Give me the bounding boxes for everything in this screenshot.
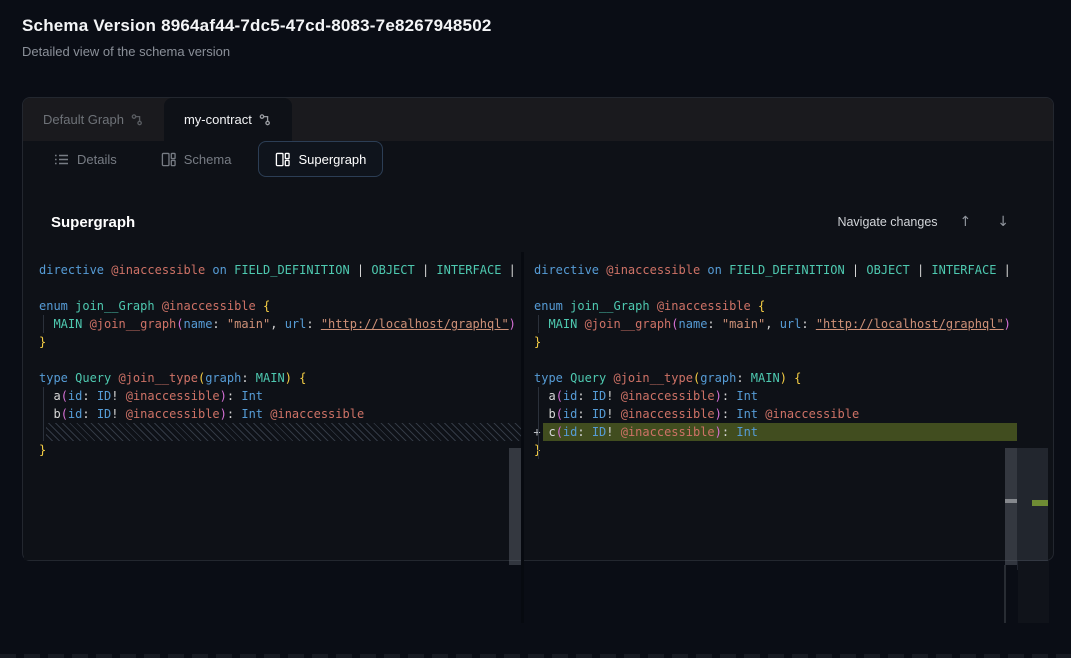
overview-ruler-added-mark xyxy=(1032,500,1048,506)
subtab-label: Details xyxy=(77,152,117,167)
code-link[interactable]: "http://localhost/graphql" xyxy=(321,317,509,331)
variant-icon xyxy=(131,113,144,126)
minimap-slider[interactable] xyxy=(1017,448,1048,570)
code-line xyxy=(534,351,1017,369)
tab-my-contract[interactable]: my-contract xyxy=(164,98,292,141)
code-line xyxy=(534,279,1017,297)
navigate-up-button[interactable]: ↑ xyxy=(956,212,976,232)
navigate-changes-label: Navigate changes xyxy=(837,215,937,229)
code-line: b(id: ID! @inaccessible): Int @inaccessi… xyxy=(39,405,521,423)
code-line: } xyxy=(534,333,1017,351)
code-line: } xyxy=(39,441,521,459)
indent-guide xyxy=(538,315,539,333)
page-subtitle: Detailed view of the schema version xyxy=(22,44,492,59)
diff-pane-original[interactable]: directive @inaccessible on FIELD_DEFINIT… xyxy=(24,252,521,560)
indent-guide xyxy=(538,387,539,459)
minimap-overflow xyxy=(1018,561,1049,623)
navigate-down-button[interactable]: ↓ xyxy=(993,212,1013,232)
tab-label: Default Graph xyxy=(43,112,124,127)
navigate-changes: Navigate changes ↑ ↓ xyxy=(837,212,1013,232)
code-line: directive @inaccessible on FIELD_DEFINIT… xyxy=(39,261,521,279)
subtab-details[interactable]: Details xyxy=(37,141,134,177)
code-line xyxy=(39,423,521,441)
indent-guide xyxy=(43,387,44,441)
code-line: MAIN @join__graph(name: "main", url: "ht… xyxy=(39,315,521,333)
page-title: Schema Version 8964af44-7dc5-47cd-8083-7… xyxy=(22,16,492,36)
subtab-schema[interactable]: Schema xyxy=(144,141,249,177)
code-line xyxy=(39,279,521,297)
subtab-label: Supergraph xyxy=(298,152,366,167)
overview-ruler-position-mark xyxy=(1005,499,1017,503)
tab-label: my-contract xyxy=(184,112,252,127)
code-line: type Query @join__type(graph: MAIN) { xyxy=(534,369,1017,387)
subtab-label: Schema xyxy=(184,152,232,167)
bottom-edge-dashes xyxy=(0,654,1071,658)
scrollbar-thumb-right[interactable] xyxy=(1005,448,1017,565)
code-line: enum join__Graph @inaccessible { xyxy=(534,297,1017,315)
indent-guide xyxy=(43,315,44,333)
list-icon xyxy=(54,153,69,166)
tab-default-graph[interactable]: Default Graph xyxy=(23,98,164,141)
subtab-supergraph[interactable]: Supergraph xyxy=(258,141,383,177)
panels-icon xyxy=(275,152,290,167)
code-line xyxy=(39,351,521,369)
diff-pane-modified[interactable]: directive @inaccessible on FIELD_DEFINIT… xyxy=(524,252,1017,560)
variant-icon xyxy=(259,113,272,126)
code-line: + c(id: ID! @inaccessible): Int xyxy=(534,423,1017,441)
view-subtabs: Details Schema Supergraph xyxy=(37,141,383,177)
code-line: type Query @join__type(graph: MAIN) { xyxy=(39,369,521,387)
scrollbar-thumb-left[interactable] xyxy=(509,448,521,565)
schema-version-card: Default Graph my-contract Det xyxy=(22,97,1054,561)
code-link[interactable]: "http://localhost/graphql" xyxy=(816,317,1004,331)
scrollbar-track-edge xyxy=(1004,565,1006,623)
variant-tabbar: Default Graph my-contract xyxy=(23,98,1053,141)
code-line: MAIN @join__graph(name: "main", url: "ht… xyxy=(534,315,1017,333)
code-line: directive @inaccessible on FIELD_DEFINIT… xyxy=(534,261,1017,279)
code-line: a(id: ID! @inaccessible): Int xyxy=(534,387,1017,405)
diff-editor: directive @inaccessible on FIELD_DEFINIT… xyxy=(24,252,1054,560)
code-line: enum join__Graph @inaccessible { xyxy=(39,297,521,315)
panels-icon xyxy=(161,152,176,167)
code-line: b(id: ID! @inaccessible): Int @inaccessi… xyxy=(534,405,1017,423)
minimap[interactable] xyxy=(1017,252,1048,560)
code-line: a(id: ID! @inaccessible): Int xyxy=(39,387,521,405)
supergraph-panel-title: Supergraph xyxy=(51,214,135,231)
page-header: Schema Version 8964af44-7dc5-47cd-8083-7… xyxy=(22,16,492,59)
code-line: } xyxy=(39,333,521,351)
diff-hatch-placeholder xyxy=(46,423,521,441)
code-line: } xyxy=(534,441,1017,459)
